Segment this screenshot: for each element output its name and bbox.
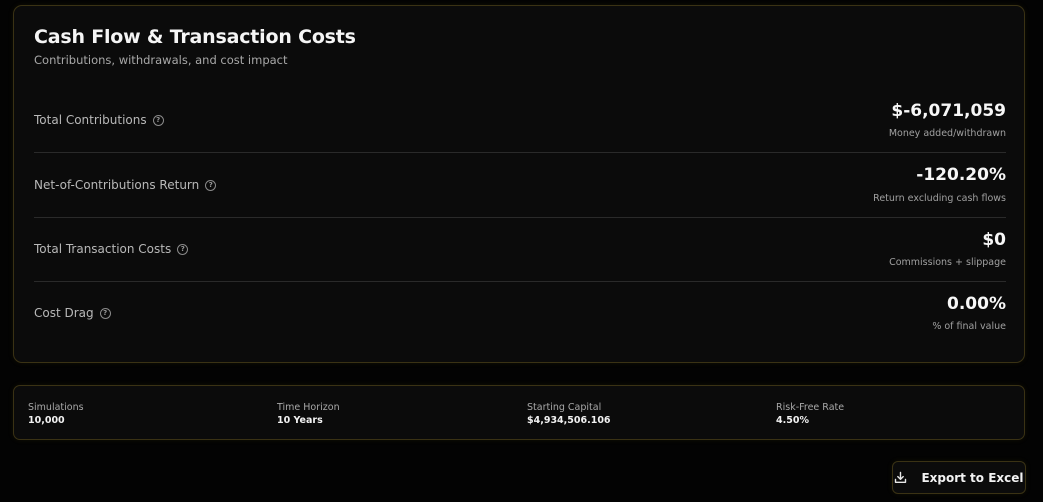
card-subtitle: Contributions, withdrawals, and cost imp… [34, 53, 288, 67]
help-circle-icon[interactable]: ? [99, 307, 111, 319]
help-circle-icon[interactable]: ? [205, 179, 217, 191]
metric-sub: Return excluding cash flows [873, 193, 1006, 204]
summary-value: 4.50% [776, 415, 809, 426]
summary-risk-free-rate: Risk-Free Rate 4.50% [776, 401, 844, 427]
metric-row-cost-drag: Cost Drag ? 0.00% % of final value [34, 281, 1006, 345]
metric-value: $-6,071,059 [891, 101, 1006, 121]
export-button-label: Export to Excel [921, 470, 1024, 485]
help-circle-icon[interactable]: ? [177, 243, 189, 255]
simulation-summary-bar: Simulations 10,000 Time Horizon 10 Years… [13, 385, 1025, 440]
metric-value: 0.00% [947, 294, 1006, 314]
summary-simulations: Simulations 10,000 [28, 401, 84, 427]
card-title: Cash Flow & Transaction Costs [34, 26, 356, 48]
summary-starting-capital: Starting Capital $4,934,506.106 [527, 401, 611, 427]
export-to-excel-button[interactable]: Export to Excel [892, 461, 1026, 494]
metric-label: Total Transaction Costs [34, 242, 172, 256]
summary-value: 10,000 [28, 415, 65, 426]
summary-label: Risk-Free Rate [776, 402, 845, 413]
summary-value: $4,934,506.106 [527, 415, 611, 426]
metric-label: Cost Drag [34, 306, 94, 320]
metric-row-transaction-costs: Total Transaction Costs ? $0 Commissions… [34, 217, 1006, 282]
metric-row-net-return: Net-of-Contributions Return ? -120.20% R… [34, 153, 1006, 218]
summary-time-horizon: Time Horizon 10 Years [277, 401, 340, 427]
download-icon [894, 471, 907, 484]
help-circle-icon[interactable]: ? [152, 114, 164, 126]
cash-flow-card: Cash Flow & Transaction Costs Contributi… [13, 5, 1025, 363]
metric-value: $0 [982, 230, 1006, 250]
metric-value: -120.20% [916, 165, 1006, 185]
summary-label: Time Horizon [277, 402, 340, 413]
summary-label: Starting Capital [527, 402, 602, 413]
metric-sub: % of final value [932, 321, 1006, 332]
summary-label: Simulations [28, 402, 84, 413]
metric-sub: Commissions + slippage [889, 257, 1006, 268]
summary-value: 10 Years [277, 415, 323, 426]
metric-sub: Money added/withdrawn [888, 128, 1006, 139]
metric-label: Net-of-Contributions Return [34, 178, 200, 192]
metric-label: Total Contributions [34, 113, 147, 127]
metric-row-total-contributions: Total Contributions ? $-6,071,059 Money … [34, 88, 1006, 153]
